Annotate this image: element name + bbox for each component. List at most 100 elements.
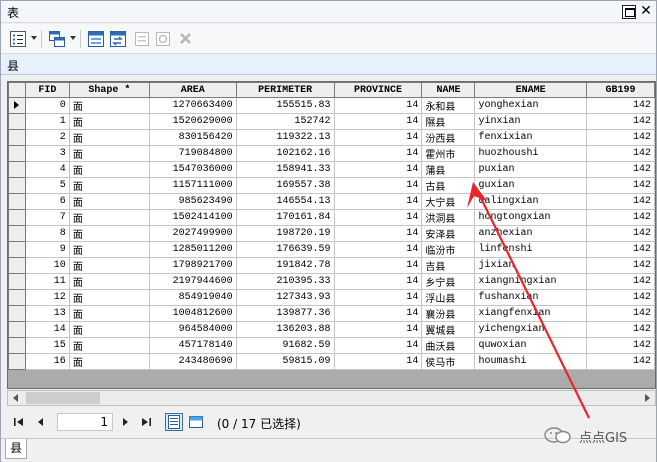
column-header[interactable]: ENAME <box>474 82 587 98</box>
related-tables-icon[interactable] <box>48 30 66 48</box>
current-record-input[interactable]: 1 <box>57 413 113 431</box>
table-cell[interactable]: 8 <box>25 225 70 242</box>
table-cell[interactable]: 2197944600 <box>148 273 237 290</box>
table-cell[interactable]: 16 <box>25 353 70 370</box>
table-cell[interactable]: 142 <box>585 305 655 322</box>
table-cell[interactable]: 14 <box>333 337 423 354</box>
previous-record-icon[interactable] <box>35 416 47 428</box>
table-cell[interactable]: 457178140 <box>148 337 237 354</box>
row-selector[interactable] <box>8 145 27 162</box>
table-cell[interactable]: 6 <box>25 193 70 210</box>
show-all-records-icon[interactable] <box>165 413 183 431</box>
table-cell[interactable]: 1547036000 <box>148 161 237 178</box>
table-options-dropdown-caret[interactable] <box>31 36 37 40</box>
switch-selection-icon[interactable] <box>109 30 127 48</box>
column-header[interactable]: GB199 <box>585 82 655 98</box>
row-selector[interactable] <box>8 97 27 114</box>
table-cell[interactable]: 面 <box>68 193 150 210</box>
table-cell[interactable]: 14 <box>333 257 423 274</box>
delete-selected-icon[interactable] <box>177 30 195 48</box>
row-selector[interactable] <box>8 289 27 306</box>
table-cell[interactable]: 139877.36 <box>235 305 335 322</box>
table-cell[interactable]: houmashi <box>474 353 587 370</box>
table-cell[interactable]: 隰县 <box>421 113 476 130</box>
table-cell[interactable]: xiangningxian <box>474 273 587 290</box>
table-cell[interactable]: 面 <box>68 289 150 306</box>
row-selector[interactable] <box>8 273 27 290</box>
table-cell[interactable]: 142 <box>585 177 655 194</box>
row-selector[interactable] <box>8 353 27 370</box>
table-row[interactable]: 3 面 719084800 102162.16 14 霍州市 huozhoushi 142 <box>8 145 655 162</box>
table-cell[interactable]: 面 <box>68 209 150 226</box>
zoom-to-selected-icon[interactable] <box>154 30 172 48</box>
table-cell[interactable]: 155515.83 <box>235 97 335 114</box>
table-cell[interactable]: fushanxian <box>474 289 587 306</box>
table-cell[interactable]: hongtongxian <box>474 209 587 226</box>
table-cell[interactable]: 5 <box>25 177 70 194</box>
table-cell[interactable]: linfenshi <box>474 241 587 258</box>
table-cell[interactable]: 面 <box>68 225 150 242</box>
table-cell[interactable]: 9 <box>25 241 70 258</box>
table-cell[interactable]: 210395.33 <box>235 273 335 290</box>
table-cell[interactable]: 14 <box>333 97 423 114</box>
table-cell[interactable]: 14 <box>333 177 423 194</box>
row-selector[interactable] <box>8 193 27 210</box>
table-row[interactable]: 10 面 1798921700 191842.78 14 吉县 jixian 142 <box>8 257 655 274</box>
table-cell[interactable]: 142 <box>585 353 655 370</box>
table-cell[interactable]: 汾西县 <box>421 129 476 146</box>
table-cell[interactable]: 14 <box>333 113 423 130</box>
table-cell[interactable]: 964584000 <box>148 321 237 338</box>
row-selector[interactable] <box>8 321 27 338</box>
table-cell[interactable]: 1502414100 <box>148 209 237 226</box>
table-cell[interactable]: 142 <box>585 273 655 290</box>
table-cell[interactable]: 面 <box>68 257 150 274</box>
table-cell[interactable]: 142 <box>585 321 655 338</box>
table-cell[interactable]: 面 <box>68 113 150 130</box>
column-header[interactable]: PROVINCE <box>333 82 423 98</box>
column-header[interactable]: AREA <box>148 82 237 98</box>
table-cell[interactable]: 12 <box>25 289 70 306</box>
row-selector[interactable] <box>8 305 27 322</box>
table-cell[interactable]: 面 <box>68 177 150 194</box>
column-header[interactable]: NAME <box>421 82 476 98</box>
related-tables-dropdown-caret[interactable] <box>70 36 76 40</box>
table-row[interactable]: 9 面 1285011200 176639.59 14 临汾市 linfenshi 142 <box>8 241 655 258</box>
table-cell[interactable]: 176639.59 <box>235 241 335 258</box>
table-cell[interactable]: 1798921700 <box>148 257 237 274</box>
table-cell[interactable]: 2027499900 <box>148 225 237 242</box>
select-all-corner[interactable] <box>8 82 27 98</box>
table-cell[interactable]: 13 <box>25 305 70 322</box>
table-cell[interactable]: 1285011200 <box>148 241 237 258</box>
table-cell[interactable]: 乡宁县 <box>421 273 476 290</box>
last-record-icon[interactable] <box>140 416 152 428</box>
first-record-icon[interactable] <box>13 416 25 428</box>
table-cell[interactable]: guxian <box>474 177 587 194</box>
table-cell[interactable]: 1520629000 <box>148 113 237 130</box>
horizontal-scrollbar[interactable] <box>7 390 656 406</box>
table-cell[interactable]: yonghexian <box>474 97 587 114</box>
table-cell[interactable]: 0 <box>25 97 70 114</box>
table-cell[interactable]: 10 <box>25 257 70 274</box>
table-cell[interactable]: 152742 <box>235 113 335 130</box>
table-cell[interactable]: 142 <box>585 337 655 354</box>
table-cell[interactable]: 146554.13 <box>235 193 335 210</box>
table-cell[interactable]: 面 <box>68 321 150 338</box>
table-cell[interactable]: 169557.38 <box>235 177 335 194</box>
table-cell[interactable]: 安泽县 <box>421 225 476 242</box>
table-cell[interactable]: 14 <box>333 161 423 178</box>
table-cell[interactable]: jixian <box>474 257 587 274</box>
table-cell[interactable]: 面 <box>68 241 150 258</box>
table-options-icon[interactable] <box>9 30 27 48</box>
table-cell[interactable]: 14 <box>333 321 423 338</box>
table-cell[interactable]: yichengxian <box>474 321 587 338</box>
table-cell[interactable]: 翼城县 <box>421 321 476 338</box>
table-cell[interactable]: 14 <box>333 241 423 258</box>
table-cell[interactable]: yinxian <box>474 113 587 130</box>
table-cell[interactable]: 面 <box>68 353 150 370</box>
table-row[interactable]: 16 面 243480690 59815.09 14 侯马市 houmashi 142 <box>8 353 655 370</box>
table-cell[interactable]: 7 <box>25 209 70 226</box>
table-cell[interactable]: 面 <box>68 145 150 162</box>
table-cell[interactable]: 襄汾县 <box>421 305 476 322</box>
table-cell[interactable]: 854919040 <box>148 289 237 306</box>
table-cell[interactable]: 霍州市 <box>421 145 476 162</box>
